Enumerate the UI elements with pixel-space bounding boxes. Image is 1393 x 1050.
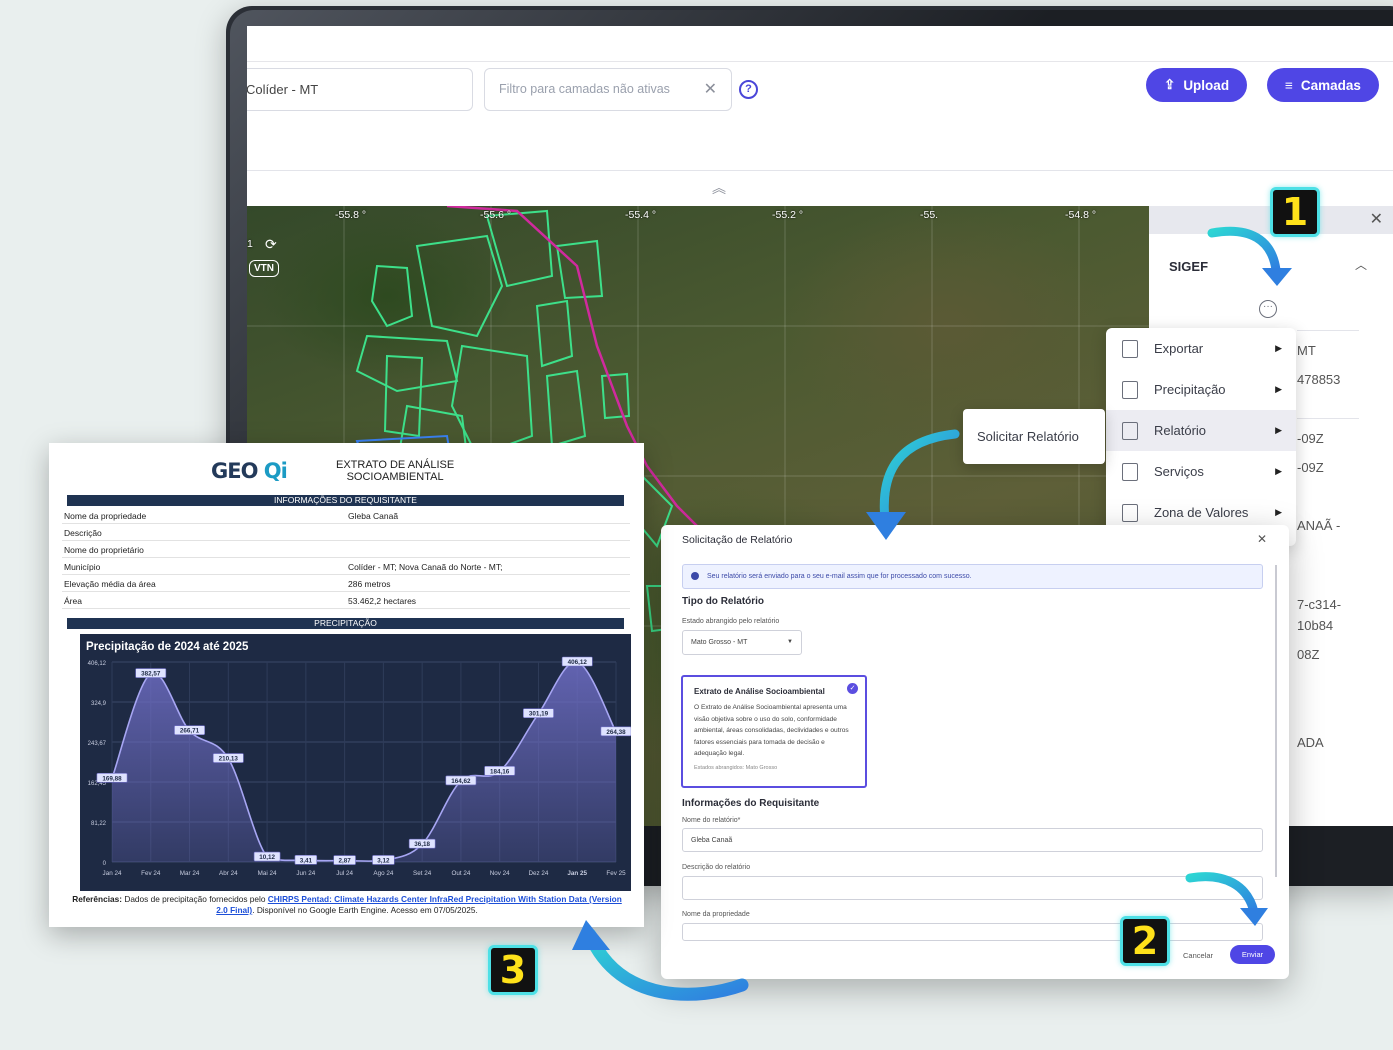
arrow-head (866, 512, 906, 540)
arrow-shape (1185, 872, 1259, 917)
arrow-shape (879, 429, 960, 525)
arrow-shape (583, 928, 749, 1001)
step-badge: 1 (1270, 187, 1320, 237)
step-badge: 3 (488, 945, 538, 995)
annotation-arrows (572, 226, 1292, 1001)
arrow-shape (1207, 226, 1281, 275)
arrow-head (572, 920, 610, 950)
arrow-head (1262, 268, 1292, 286)
arrow-head (1240, 908, 1268, 926)
step-badge: 2 (1120, 916, 1170, 966)
